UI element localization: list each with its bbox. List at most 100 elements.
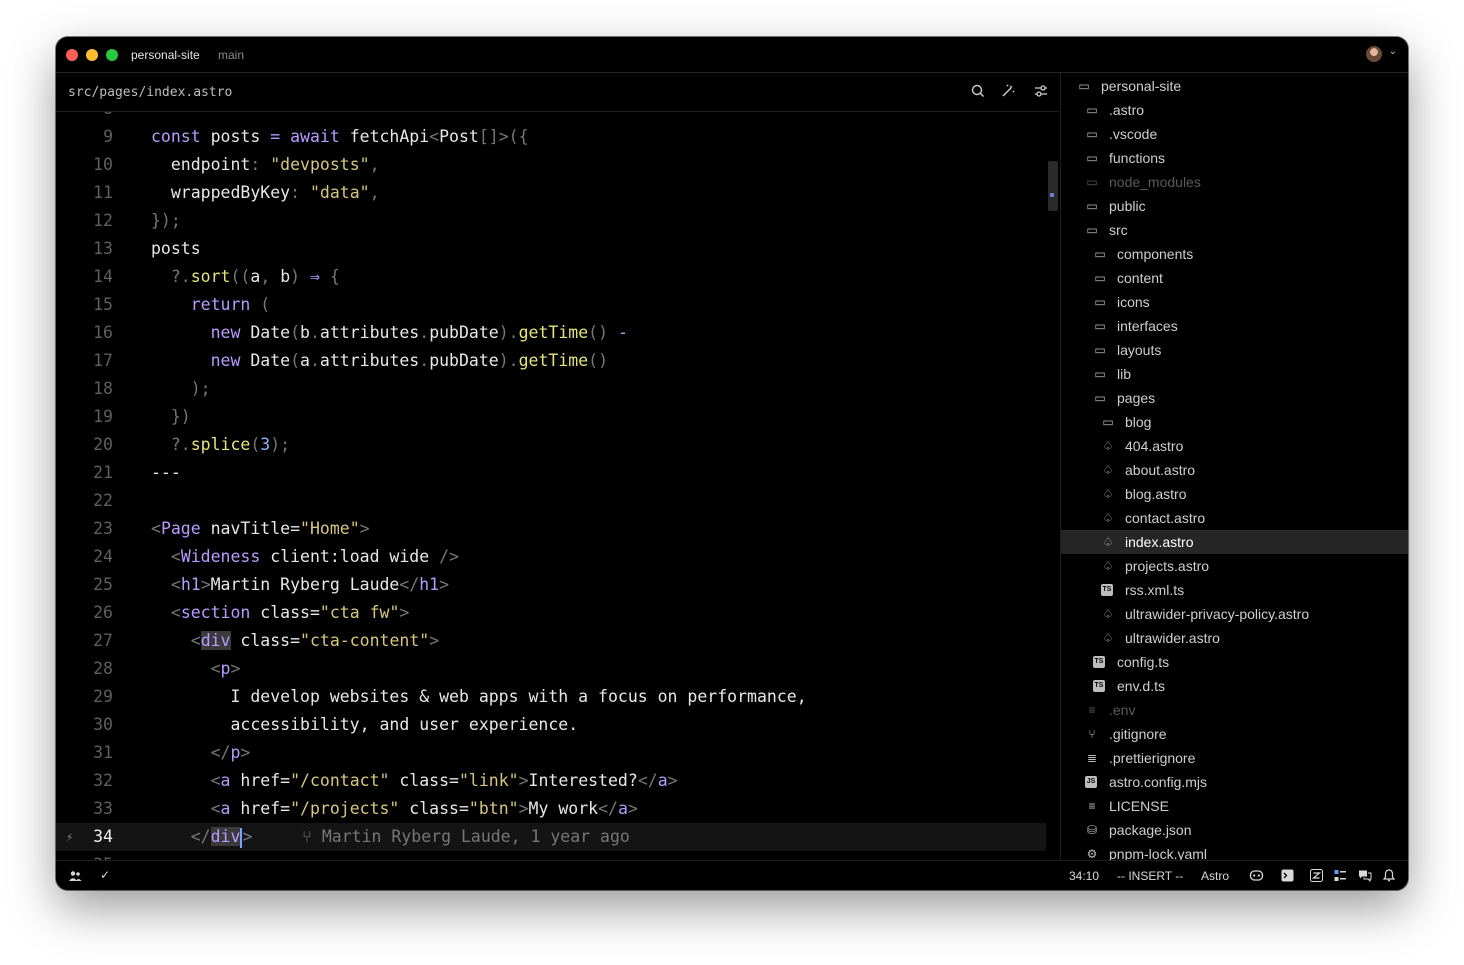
- code-line[interactable]: 16 new Date(b.attributes.pubDate).getTim…: [56, 319, 1046, 347]
- terminal-icon[interactable]: [1281, 869, 1294, 882]
- tree-item[interactable]: ▭ blog: [1061, 410, 1408, 434]
- tree-item[interactable]: ▭ content: [1061, 266, 1408, 290]
- code-line[interactable]: 11 wrappedByKey: "data",: [56, 179, 1046, 207]
- tree-item[interactable]: JS astro.config.mjs: [1061, 770, 1408, 794]
- code-line[interactable]: 9 const posts = await fetchApi<Post[]>({: [56, 123, 1046, 151]
- diagnostics-ok-icon[interactable]: ✓: [100, 868, 110, 882]
- tree-item[interactable]: ≣ .prettierignore: [1061, 746, 1408, 770]
- code-token: section: [180, 603, 251, 622]
- code-line[interactable]: 19 }): [56, 403, 1046, 431]
- code-line[interactable]: 23 <Page navTitle="Home">: [56, 515, 1046, 543]
- assistant-sparkle-icon[interactable]: [1000, 83, 1016, 99]
- code-line[interactable]: 20 ?.splice(3);: [56, 431, 1046, 459]
- breadcrumb[interactable]: src/pages/index.astro: [68, 85, 232, 100]
- tree-item[interactable]: ▭ icons: [1061, 290, 1408, 314]
- code-text: ?.sort((a, b) ⇒ {: [151, 263, 340, 291]
- tree-item[interactable]: ▭ personal-site: [1061, 74, 1408, 98]
- settings-sliders-icon[interactable]: [1033, 83, 1049, 99]
- tree-item[interactable]: ▭ .astro: [1061, 98, 1408, 122]
- code-line[interactable]: 30 accessibility, and user experience.: [56, 711, 1046, 739]
- chat-icon[interactable]: [1358, 869, 1372, 882]
- code-line[interactable]: 27 <div class="cta-content">: [56, 627, 1046, 655]
- code-line[interactable]: 28 <p>: [56, 655, 1046, 683]
- code-line[interactable]: 18 );: [56, 375, 1046, 403]
- outline-panel-icon[interactable]: [1334, 869, 1347, 882]
- code-line[interactable]: 10 endpoint: "devposts",: [56, 151, 1046, 179]
- code-line[interactable]: 13 posts: [56, 235, 1046, 263]
- code-token: <: [151, 519, 161, 538]
- close-window-button[interactable]: [66, 49, 78, 61]
- code-line[interactable]: 33 <a href="/projects" class="btn">My wo…: [56, 795, 1046, 823]
- code-text: wrappedByKey: "data",: [151, 179, 380, 207]
- code-line[interactable]: 25 <h1>Martin Ryberg Laude</h1>: [56, 571, 1046, 599]
- tree-item[interactable]: ▭ layouts: [1061, 338, 1408, 362]
- line-number: 20: [93, 435, 113, 454]
- code-line[interactable]: 17 new Date(a.attributes.pubDate).getTim…: [56, 347, 1046, 375]
- tree-item[interactable]: ♤ blog.astro: [1061, 482, 1408, 506]
- code-token: endpoint: [151, 155, 251, 174]
- maximize-window-button[interactable]: [106, 49, 118, 61]
- status-bar: ✓ 34:10 -- INSERT -- Astro: [56, 860, 1408, 890]
- code-line[interactable]: 14 ?.sort((a, b) ⇒ {: [56, 263, 1046, 291]
- branch-name[interactable]: main: [218, 48, 244, 62]
- tree-item[interactable]: ♤ ultrawider.astro: [1061, 626, 1408, 650]
- folder-icon: ▭: [1086, 103, 1098, 117]
- code-line[interactable]: 21 ---: [56, 459, 1046, 487]
- tree-item[interactable]: ▭ src: [1061, 218, 1408, 242]
- tree-item[interactable]: ▭ functions: [1061, 146, 1408, 170]
- tree-item[interactable]: ♤ contact.astro: [1061, 506, 1408, 530]
- tree-item[interactable]: TS env.d.ts: [1061, 674, 1408, 698]
- tree-item[interactable]: ⚙ pnpm-lock.yaml: [1061, 842, 1408, 860]
- tree-item[interactable]: ♤ ultrawider-privacy-policy.astro: [1061, 602, 1408, 626]
- tree-item[interactable]: ▭ pages: [1061, 386, 1408, 410]
- tree-item[interactable]: ▭ public: [1061, 194, 1408, 218]
- code-line[interactable]: ⚡ 34 </div > ⑂ Martin Ryberg Laude, 1 year…: [56, 823, 1046, 851]
- cursor-position[interactable]: 34:10: [1069, 869, 1099, 883]
- scrollbar[interactable]: [1048, 161, 1058, 211]
- tree-item[interactable]: ♤ projects.astro: [1061, 554, 1408, 578]
- bell-icon[interactable]: [1383, 869, 1395, 882]
- tree-item[interactable]: TS rss.xml.ts: [1061, 578, 1408, 602]
- tree-item[interactable]: ♤ about.astro: [1061, 458, 1408, 482]
- code-line[interactable]: 32 <a href="/contact" class="link">Inter…: [56, 767, 1046, 795]
- tree-item[interactable]: ▭ lib: [1061, 362, 1408, 386]
- tree-item[interactable]: TS config.ts: [1061, 650, 1408, 674]
- code-view[interactable]: 89const posts = await fetchApi<Post[]>({…: [56, 112, 1059, 860]
- tree-item[interactable]: ⑂ .gitignore: [1061, 722, 1408, 746]
- code-token: ,: [260, 267, 281, 286]
- code-line[interactable]: 29 I develop websites & web apps with a …: [56, 683, 1046, 711]
- code-line[interactable]: 8: [56, 112, 1046, 123]
- code-token: accessibility, and user experience.: [151, 715, 579, 734]
- code-token: >: [399, 603, 410, 622]
- code-line[interactable]: 24 <Wideness client:load wide />: [56, 543, 1046, 571]
- collaborators-icon[interactable]: [68, 869, 82, 883]
- code-token: Interested?: [528, 771, 638, 790]
- code-line[interactable]: 12});: [56, 207, 1046, 235]
- scrollbar-cursor-marker: [1050, 193, 1054, 197]
- code-line[interactable]: 15 return (: [56, 291, 1046, 319]
- minimize-window-button[interactable]: [86, 49, 98, 61]
- tree-item[interactable]: ≡ LICENSE: [1061, 794, 1408, 818]
- code-token: a: [250, 267, 261, 286]
- tree-item[interactable]: ▭ .vscode: [1061, 122, 1408, 146]
- code-line[interactable]: 31 </p>: [56, 739, 1046, 767]
- tree-item[interactable]: ♤ index.astro: [1061, 530, 1408, 554]
- project-name[interactable]: personal-site: [131, 48, 200, 62]
- tree-item[interactable]: ♤ 404.astro: [1061, 434, 1408, 458]
- avatar[interactable]: [1366, 46, 1382, 62]
- code-line[interactable]: 26 <section class="cta fw">: [56, 599, 1046, 627]
- line-number: 17: [93, 351, 113, 370]
- tree-item[interactable]: ▭ components: [1061, 242, 1408, 266]
- search-icon[interactable]: [970, 83, 986, 99]
- tree-item[interactable]: ▭ node_modules: [1061, 170, 1408, 194]
- copilot-icon[interactable]: [1249, 868, 1264, 883]
- code-text: new Date(b.attributes.pubDate).getTime()…: [151, 319, 628, 347]
- chevron-down-icon[interactable]: ⌄: [1389, 46, 1397, 57]
- code-line[interactable]: 22: [56, 487, 1046, 515]
- tree-item[interactable]: ≡ .env: [1061, 698, 1408, 722]
- ai-zed-icon[interactable]: [1310, 869, 1323, 882]
- tree-item[interactable]: ⛁ package.json: [1061, 818, 1408, 842]
- language-selector[interactable]: Astro: [1201, 869, 1229, 883]
- tree-item[interactable]: ▭ interfaces: [1061, 314, 1408, 338]
- code-line[interactable]: 35: [56, 851, 1046, 860]
